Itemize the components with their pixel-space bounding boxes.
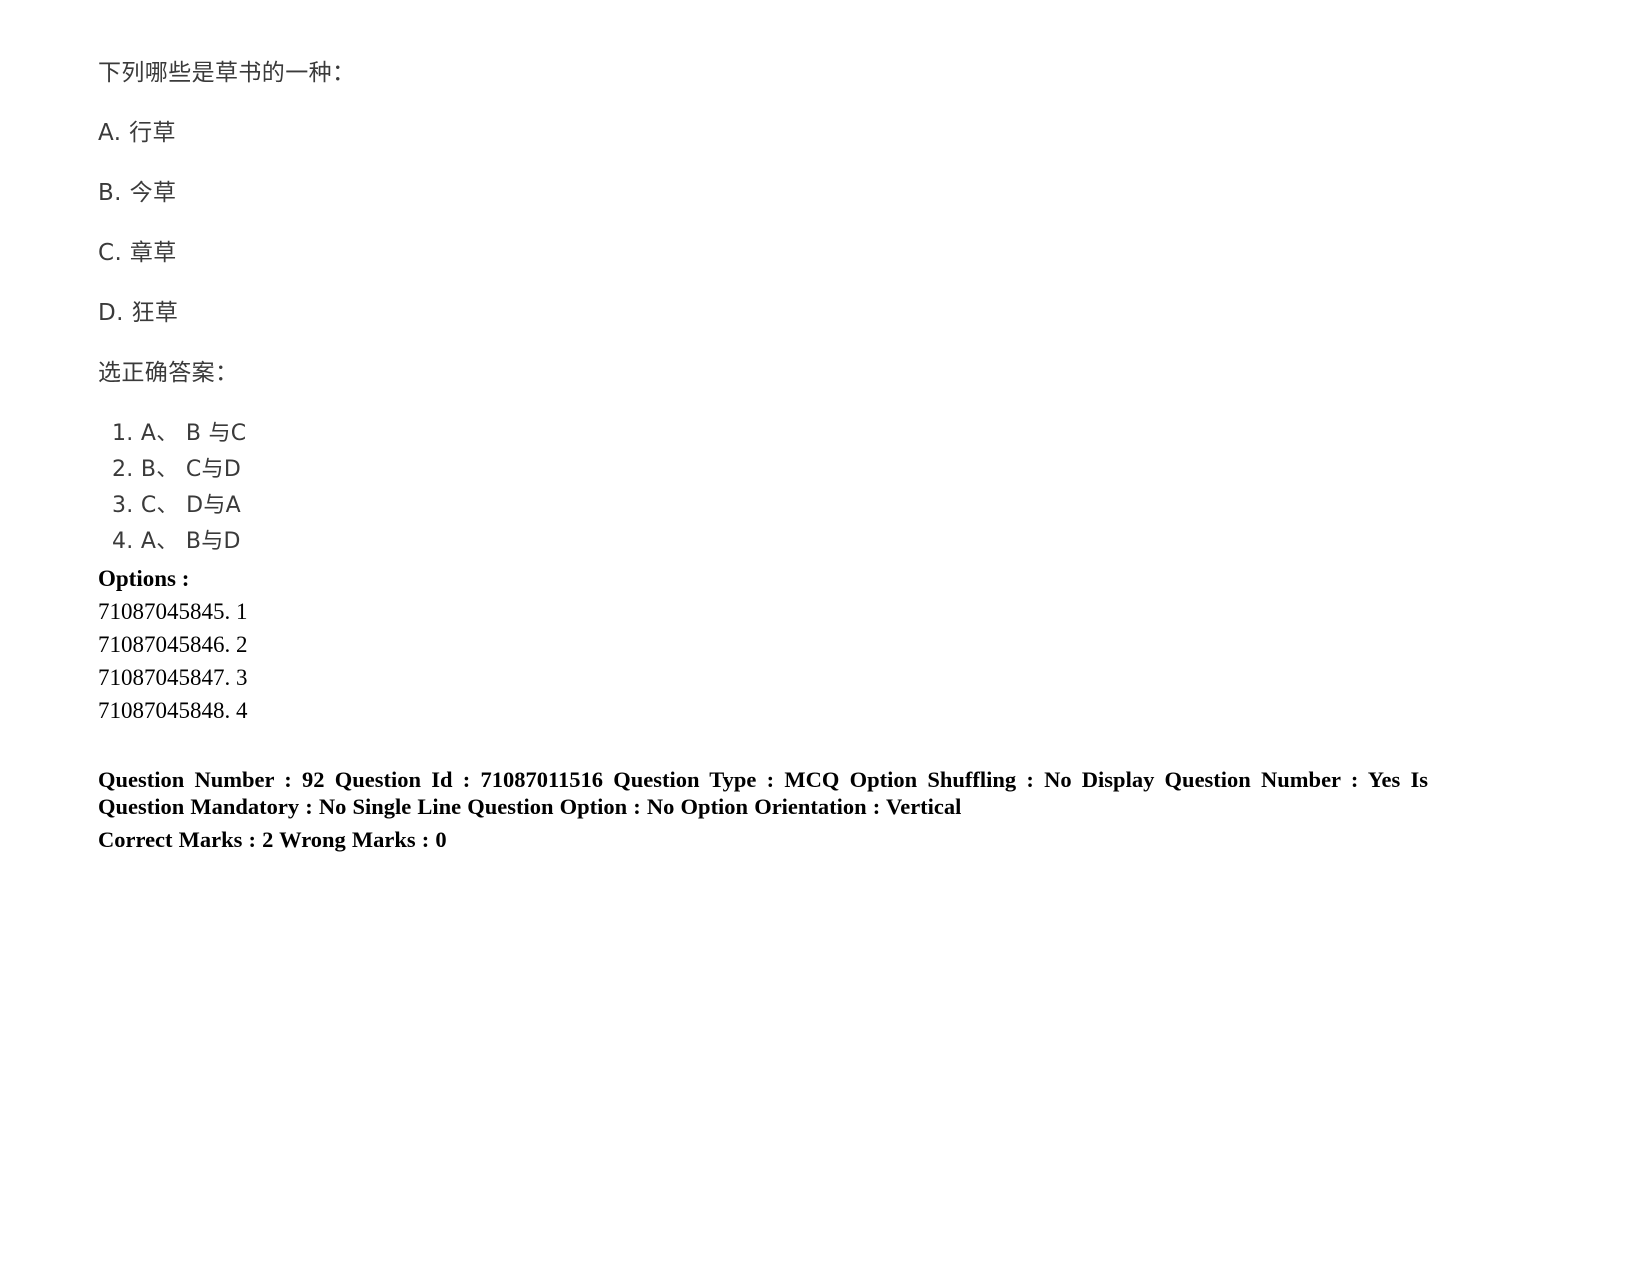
question-block: 下列哪些是草书的一种： A. 行草 B. 今草 C. 章草 D. 狂草 选正确答… <box>98 58 1558 560</box>
option-id-4: 71087045848. 4 <box>98 698 248 723</box>
answer-option-1[interactable]: 1. A、 B 与C <box>112 416 1558 452</box>
metadata-primary-line: Question Number : 92 Question Id : 71087… <box>98 767 1428 819</box>
choice-d: D. 狂草 <box>98 300 179 326</box>
option-id-3: 71087045847. 3 <box>98 665 248 690</box>
answer-options-list: 1. A、 B 与C 2. B、 C与D 3. C、 D与A 4. A、 B与D <box>98 416 1558 560</box>
select-correct-answer-prompt: 选正确答案： <box>98 360 239 386</box>
question-stem: 下列哪些是草书的一种： <box>98 60 356 86</box>
question-metadata: Question Number : 92 Question Id : 71087… <box>98 766 1428 853</box>
option-id-2: 71087045846. 2 <box>98 632 248 657</box>
choice-a: A. 行草 <box>98 120 176 146</box>
choice-b: B. 今草 <box>98 180 177 206</box>
options-label: Options : <box>98 566 190 591</box>
answer-option-4[interactable]: 4. A、 B与D <box>112 524 1558 560</box>
answer-option-3[interactable]: 3. C、 D与A <box>112 488 1558 524</box>
question-page: 下列哪些是草书的一种： A. 行草 B. 今草 C. 章草 D. 狂草 选正确答… <box>0 0 1650 1275</box>
choice-c: C. 章草 <box>98 240 177 266</box>
options-section: Options : 71087045845. 1 71087045846. 2 … <box>98 562 1558 727</box>
option-id-1: 71087045845. 1 <box>98 599 248 624</box>
answer-option-2[interactable]: 2. B、 C与D <box>112 452 1558 488</box>
metadata-marks-line: Correct Marks : 2 Wrong Marks : 0 <box>98 827 447 852</box>
